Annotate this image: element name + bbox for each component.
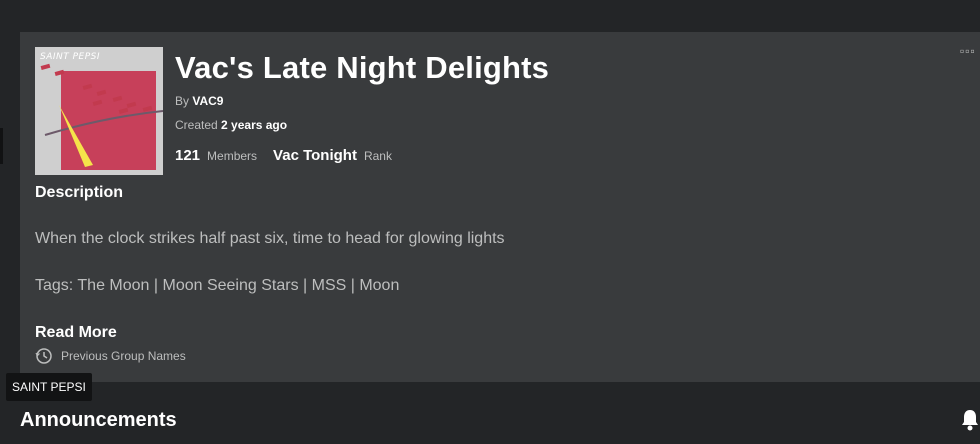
tooltip: SAINT PEPSI [6, 373, 92, 401]
more-options-icon[interactable]: ▫▫▫ [960, 45, 976, 57]
previous-group-names-label: Previous Group Names [61, 349, 186, 363]
history-icon [35, 348, 52, 364]
created-label: Created [175, 118, 218, 132]
members-label: Members [207, 149, 258, 163]
created-line: Created 2 years ago [175, 118, 287, 132]
album-art-image [35, 47, 163, 175]
member-count: 121 [175, 147, 201, 164]
description-tags: Tags: The Moon | Moon Seeing Stars | MSS… [35, 277, 400, 294]
created-value: 2 years ago [221, 118, 288, 132]
album-art-text: SAINT PEPSI [40, 52, 101, 62]
group-header-card: SAINT PEPSI Vac's Late Night Delights By… [20, 32, 980, 382]
rank-value: Vac Tonight [273, 147, 357, 164]
description-text: When the clock strikes half past six, ti… [35, 230, 505, 247]
group-title: Vac's Late Night Delights [175, 50, 550, 85]
group-thumbnail[interactable]: SAINT PEPSI [35, 47, 163, 175]
rank-label: Rank [363, 149, 392, 163]
by-label: By [175, 94, 190, 108]
description-heading: Description [35, 184, 124, 201]
bell-icon[interactable] [960, 408, 980, 432]
nav-active-marker [0, 128, 3, 164]
read-more-link[interactable]: Read More [35, 324, 117, 342]
left-nav-rail [0, 32, 20, 382]
owner-link[interactable]: VAC9 [192, 94, 223, 108]
previous-group-names-link[interactable]: Previous Group Names [35, 347, 186, 365]
owner-line: By VAC9 [175, 94, 223, 108]
top-bar [0, 0, 980, 32]
group-stats: 121 Members Vac Tonight Rank [175, 147, 392, 164]
announcements-heading: Announcements [20, 409, 177, 431]
